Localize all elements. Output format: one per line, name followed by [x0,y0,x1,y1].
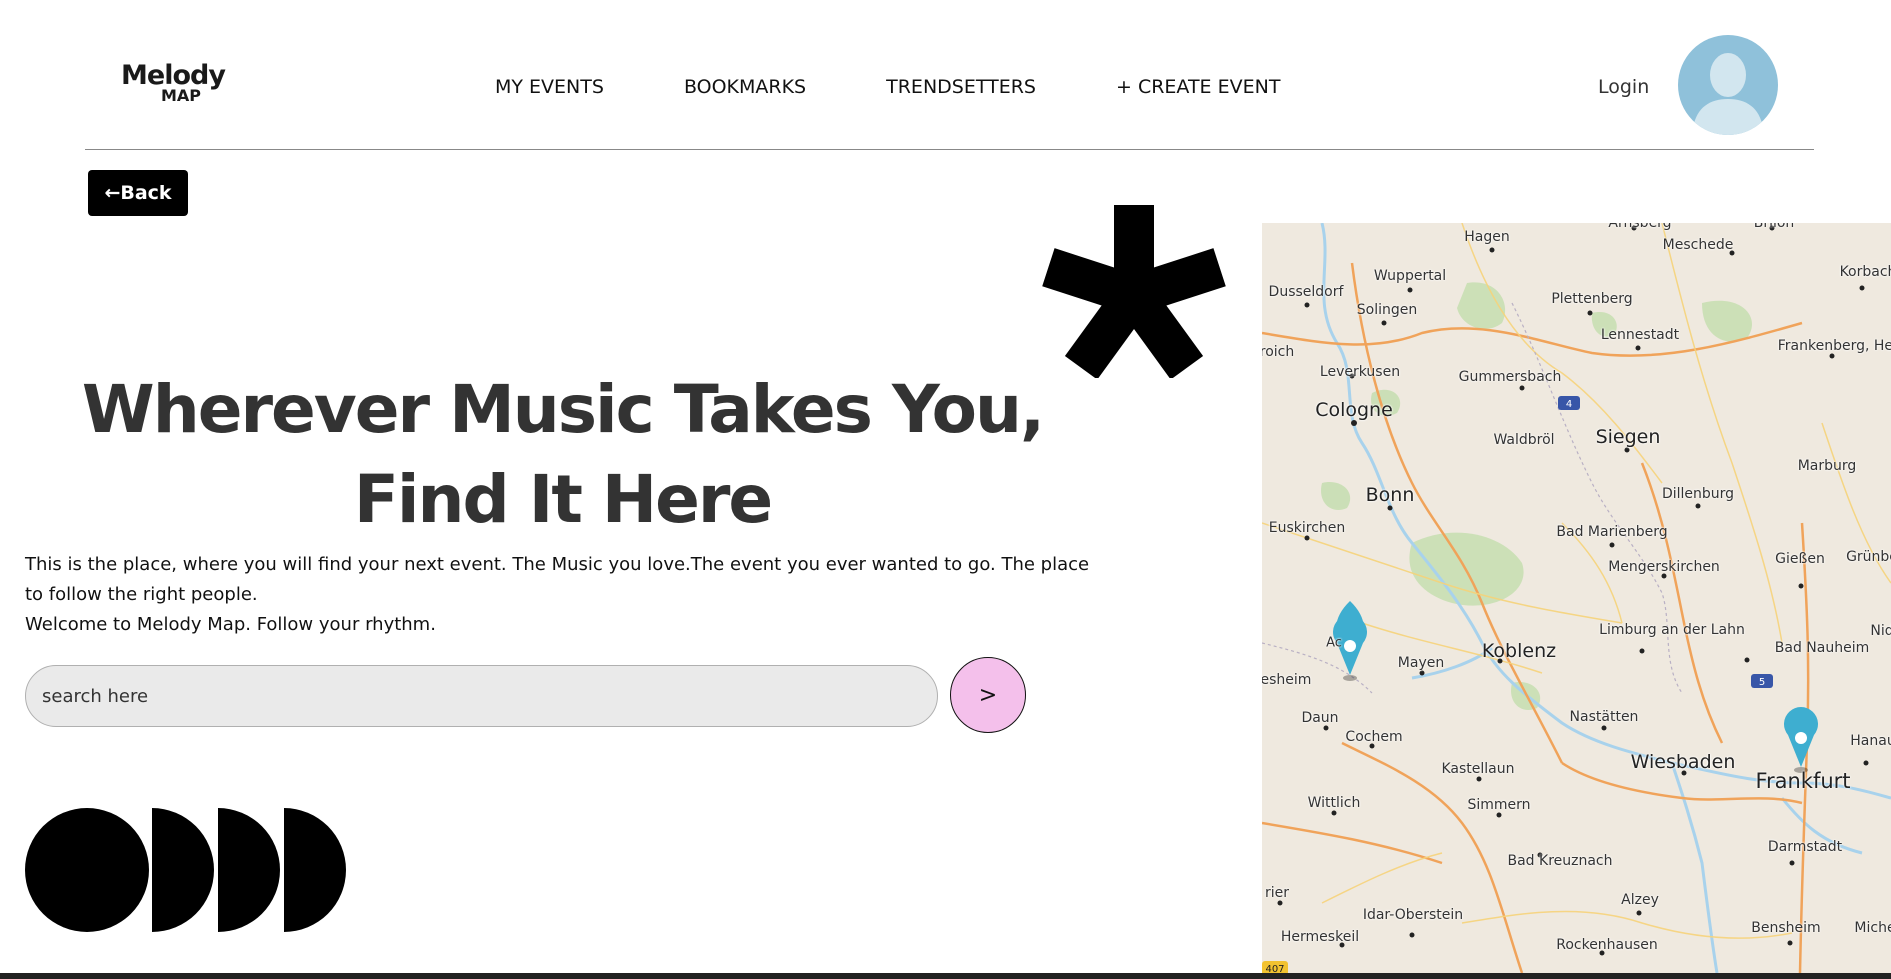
event-map[interactable]: 4 5 407 Hagen Arnsberg Meschede Brilon W… [1262,223,1891,973]
map-label-dusseldorf: Dusseldorf [1268,284,1344,300]
map-label-rockenhausen: Rockenhausen [1556,937,1658,953]
hero-description-line-1: This is the place, where you will find y… [25,554,1090,605]
header-divider [85,149,1814,150]
map-label-solingen: Solingen [1356,302,1418,318]
main-nav: MY EVENTS BOOKMARKS TRENDSETTERS + CREAT… [495,76,1280,98]
map-label-miche: Miche [1854,920,1891,936]
map-label-nastatten: Nastätten [1569,709,1639,725]
search-input[interactable] [25,665,938,727]
map-label-wittlich: Wittlich [1307,795,1361,811]
map-label-simmern: Simmern [1467,797,1531,813]
map-label-nid: Nid [1870,623,1891,639]
asterisk-icon [1042,205,1226,378]
map-label-bad-marienberg: Bad Marienberg [1556,524,1668,540]
map-label-siegen: Siegen [1595,426,1661,448]
hero-headline-line-2: Find It Here [353,461,773,538]
map-label-roich: roich [1262,344,1295,360]
map-label-bad-nauheim: Bad Nauheim [1774,640,1870,656]
map-label-euskirchen: Euskirchen [1268,520,1346,536]
login-link[interactable]: Login [1598,76,1649,98]
map-label-frankenberg: Frankenberg, Hesse [1777,338,1891,354]
map-label-darmstadt: Darmstadt [1767,839,1843,855]
map-label-dillenburg: Dillenburg [1661,486,1735,502]
map-label-korbach: Korbach [1839,264,1891,280]
map-label-cologne: Cologne [1315,399,1393,421]
hero-headline: Wherever Music Takes You, Find It Here [40,365,1085,545]
hero-description: This is the place, where you will find y… [25,550,1105,640]
road-shield-5: 5 [1759,677,1765,688]
hero-description-line-2: Welcome to Melody Map. Follow your rhyth… [25,614,436,635]
map-label-gummersbach: Gummersbach [1458,369,1562,385]
map-label-koblenz: Koblenz [1481,640,1557,662]
map-label-arnsberg: Arnsberg [1608,223,1672,231]
map-label-mengerskirchen: Mengerskirchen [1608,559,1720,575]
melody-map-logo[interactable]: Melody MAP [118,62,228,104]
map-label-bad-kreuznach: Bad Kreuznach [1507,853,1613,869]
road-shield-407: 407 [1265,964,1284,973]
map-label-hagen: Hagen [1464,229,1510,245]
map-label-mayen: Mayen [1397,655,1445,671]
nav-bookmarks[interactable]: BOOKMARKS [684,76,806,98]
map-label-brilon: Brilon [1753,223,1795,231]
map-label-cochem: Cochem [1345,729,1403,745]
map-label-waldbrol: Waldbröl [1493,432,1555,448]
map-label-lennestadt: Lennestadt [1600,327,1680,343]
map-label-rier: rier [1264,885,1290,901]
map-label-bensheim: Bensheim [1751,920,1821,936]
map-label-daun: Daun [1301,710,1339,726]
map-label-limburg: Limburg an der Lahn [1599,622,1745,638]
hero-headline-line-1: Wherever Music Takes You, [81,371,1045,448]
user-silhouette-icon [1692,53,1764,135]
map-label-lesheim: lesheim [1262,672,1312,688]
map-label-wiesbaden: Wiesbaden [1630,751,1736,773]
map-label-meschede: Meschede [1662,237,1734,253]
road-shield-4: 4 [1566,399,1572,410]
map-label-idar-oberstein: Idar-Oberstein [1362,907,1464,923]
map-label-marburg: Marburg [1797,458,1857,474]
nav-trendsetters[interactable]: TRENDSETTERS [886,76,1036,98]
map-label-frankfurt: Frankfurt [1755,769,1851,793]
logo-line-1: Melody [121,60,226,91]
map-label-grunbe: Grünbe [1846,549,1891,565]
back-button[interactable]: ←Back [88,170,188,216]
map-label-alzey: Alzey [1621,892,1659,908]
map-label-aachen-partial: Ac [1326,635,1342,651]
map-label-leverkusen: Leverkusen [1319,364,1401,380]
search-submit-button[interactable]: > [950,657,1026,733]
map-label-wuppertal: Wuppertal [1373,268,1447,284]
avatar[interactable] [1678,35,1778,135]
map-label-bonn: Bonn [1365,484,1415,506]
map-label-hermeskeil: Hermeskeil [1280,929,1360,945]
nav-my-events[interactable]: MY EVENTS [495,76,604,98]
nav-create-event[interactable]: + CREATE EVENT [1116,76,1280,98]
map-label-kastellaun: Kastellaun [1441,761,1515,777]
footer-bar [0,973,1891,979]
map-label-hanau: Hanau [1850,733,1891,749]
half-circles-decoration [25,808,346,932]
map-label-plettenberg: Plettenberg [1551,291,1633,307]
map-label-giessen: Gießen [1775,551,1825,567]
